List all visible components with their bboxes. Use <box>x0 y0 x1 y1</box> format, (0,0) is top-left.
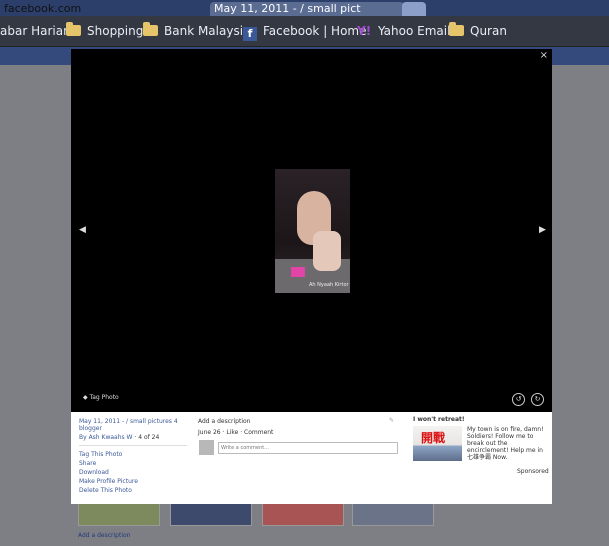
photo-position: 4 of 24 <box>138 434 160 441</box>
tab-extra[interactable] <box>402 2 426 16</box>
photo-info-panel: May 11, 2011 - / small pictures 4 blogge… <box>71 412 552 504</box>
bookmark-label: Shopping <box>87 24 144 38</box>
tag-photo-label: Tag Photo <box>89 394 119 401</box>
facebook-icon: f <box>243 27 257 41</box>
photo-lightbox: × Ah Nyaah Kirtor ◀ ▶ ◆ Tag Photo ↺ ↻ Ma… <box>71 49 552 504</box>
tag-photo-button[interactable]: ◆ Tag Photo <box>83 394 119 401</box>
folder-icon <box>143 22 158 36</box>
tab-facebook[interactable]: facebook.com <box>4 2 81 16</box>
bookmarks-bar: abar Harian Shopping Bank Malaysia f Face… <box>0 16 609 47</box>
download-link[interactable]: Download <box>79 468 187 477</box>
tab-active[interactable]: May 11, 2011 - / small pict <box>210 2 404 16</box>
rotate-left-icon[interactable]: ↺ <box>512 393 525 406</box>
delete-photo-link[interactable]: Delete This Photo <box>79 486 187 495</box>
owner-name[interactable]: By Ash Kwaahs W <box>79 434 132 441</box>
photo-meta: June 26 · Like · Comment <box>198 429 274 436</box>
tag-this-photo-link[interactable]: Tag This Photo <box>79 450 187 459</box>
ad-title[interactable]: I won't retreat! <box>413 416 465 423</box>
sponsored-link[interactable]: Sponsored <box>517 468 549 475</box>
make-profile-picture-link[interactable]: Make Profile Picture <box>79 477 187 486</box>
share-link[interactable]: Share <box>79 459 187 468</box>
photo-hand <box>313 231 341 271</box>
bookmark-facebook-home[interactable]: f Facebook | Home <box>243 23 367 41</box>
next-arrow-icon[interactable]: ▶ <box>539 225 546 235</box>
avatar <box>199 440 214 455</box>
comment-input[interactable]: Write a comment... <box>218 442 398 454</box>
bookmark-shopping[interactable]: Shopping <box>66 22 144 39</box>
previous-arrow-icon[interactable]: ◀ <box>79 225 86 235</box>
bookmark-label: Bank Malaysia <box>164 24 251 38</box>
background-add-description[interactable]: Add a description <box>78 532 130 539</box>
photo-details: May 11, 2011 - / small pictures 4 blogge… <box>79 418 187 495</box>
tag-icon: ◆ <box>83 394 88 401</box>
bookmark-quran[interactable]: Quran <box>449 22 507 39</box>
photo-owner-line: By Ash Kwaahs W · 4 of 24 <box>79 434 160 441</box>
yahoo-icon: Y! <box>357 24 372 38</box>
bookmark-label: Quran <box>470 24 507 38</box>
bookmark-bank-malaysia[interactable]: Bank Malaysia <box>143 22 251 39</box>
bookmark-label: abar Harian <box>0 24 71 38</box>
photo-overlay-mark <box>291 267 305 277</box>
bookmark-yahoo-email[interactable]: Y! Yahoo Email <box>357 23 450 39</box>
photo-actions: Tag This Photo Share Download Make Profi… <box>79 445 187 495</box>
ad-body: My town is on fire, damn! Soldiers! Foll… <box>467 426 544 461</box>
bookmark-label: Facebook | Home <box>263 24 367 38</box>
pencil-icon[interactable]: ✎ <box>389 417 394 424</box>
album-title[interactable]: May 11, 2011 - / small pictures 4 blogge… <box>79 418 187 432</box>
folder-icon <box>66 22 81 36</box>
close-icon[interactable]: × <box>540 50 548 61</box>
rotate-right-icon[interactable]: ↻ <box>531 393 544 406</box>
photo-caption: Ah Nyaah Kirtor <box>309 282 349 288</box>
main-photo: Ah Nyaah Kirtor <box>275 169 350 293</box>
folder-icon <box>449 22 464 36</box>
bookmark-berita-harian[interactable]: abar Harian <box>0 23 71 39</box>
bookmark-label: Yahoo Email <box>378 24 451 38</box>
add-description-link[interactable]: Add a description <box>198 418 250 425</box>
ad-image[interactable]: 開戰 <box>413 426 462 461</box>
ad-image-text: 開戰 <box>421 431 446 445</box>
browser-tabstrip: facebook.com May 11, 2011 - / small pict <box>0 0 609 16</box>
